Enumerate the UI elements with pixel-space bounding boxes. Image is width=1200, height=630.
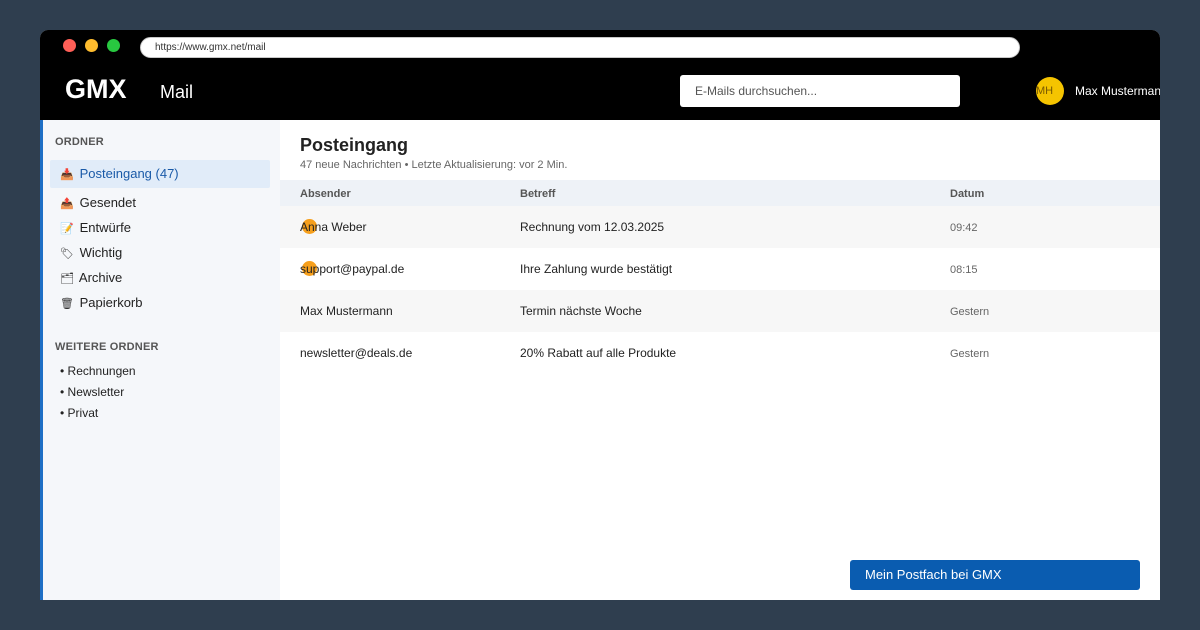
sidebar-item-drafts[interactable]: 📝 Entwürfe	[50, 214, 270, 242]
sidebar-item-label: Papierkorb	[79, 295, 143, 310]
row-sender: Anna Weber	[300, 220, 367, 234]
row-subject: Rechnung vom 12.03.2025	[520, 220, 665, 234]
sidebar-item-archive[interactable]: 🗂 Archive	[50, 264, 270, 292]
avatar[interactable]: MH	[1036, 77, 1064, 105]
gmx-logo[interactable]: GMX	[65, 72, 127, 106]
close-window-button[interactable]	[63, 39, 76, 52]
more-folders-section-title: WEITERE ORDNER	[55, 341, 159, 353]
sidebar: ORDNER 📥 Posteingang (47) 📤 Gesendet 📝 E…	[40, 120, 280, 600]
app-header: https://www.gmx.net/mail GMX Mail MH Max…	[40, 30, 1160, 120]
browser-window: https://www.gmx.net/mail GMX Mail MH Max…	[40, 30, 1160, 600]
row-sender: support@paypal.de	[300, 262, 405, 276]
sidebar-item-label: Archive	[78, 270, 123, 285]
page-title: Posteingang	[300, 135, 409, 155]
sidebar-item-label: Entwürfe	[79, 220, 131, 235]
sidebar-item-inbox[interactable]: 📥 Posteingang (47)	[50, 160, 270, 188]
inbox-icon: 📥	[60, 169, 74, 181]
app-name: Mail	[160, 82, 194, 102]
minimize-window-button[interactable]	[85, 39, 98, 52]
row-date: 08:15	[950, 264, 978, 276]
row-sender: newsletter@deals.de	[300, 346, 413, 360]
table-row[interactable]: support@paypal.de Ihre Zahlung wurde bes…	[280, 248, 1160, 290]
column-header-date[interactable]: Datum	[950, 188, 984, 200]
sidebar-item-privat[interactable]: • Privat	[60, 406, 98, 420]
trash-icon: 🗑	[60, 298, 74, 310]
sidebar-item-label: Gesendet	[79, 195, 136, 210]
row-date: Gestern	[950, 348, 990, 360]
column-header-subject[interactable]: Betreff	[520, 188, 555, 200]
table-header: Absender Betreff Datum	[280, 180, 1160, 206]
sidebar-item-important[interactable]: 🏷 Wichtig	[50, 239, 270, 267]
row-date: Gestern	[950, 306, 990, 318]
row-date: 09:42	[950, 222, 978, 234]
row-sender: Max Mustermann	[300, 304, 393, 318]
table-row[interactable]: newsletter@deals.de 20% Rabatt auf alle …	[280, 332, 1160, 374]
row-subject: Ihre Zahlung wurde bestätigt	[520, 262, 673, 276]
address-bar[interactable]: https://www.gmx.net/mail	[140, 37, 1020, 58]
sidebar-item-newsletter[interactable]: • Newsletter	[60, 385, 124, 399]
inbox-status-text: 47 neue Nachrichten • Letzte Aktualisier…	[300, 159, 568, 171]
sidebar-item-sent[interactable]: 📤 Gesendet	[50, 189, 270, 217]
mail-list-panel: Posteingang 47 neue Nachrichten • Letzte…	[280, 120, 1160, 600]
table-row[interactable]: Anna Weber Rechnung vom 12.03.2025 09:42	[280, 206, 1160, 248]
sidebar-item-rechnungen[interactable]: • Rechnungen	[60, 364, 136, 378]
column-header-sender[interactable]: Absender	[300, 188, 351, 200]
row-subject: 20% Rabatt auf alle Produkte	[520, 346, 677, 360]
maximize-window-button[interactable]	[107, 39, 120, 52]
search-input[interactable]	[680, 75, 960, 107]
sidebar-item-label: Posteingang (47)	[79, 166, 179, 181]
row-subject: Termin nächste Woche	[520, 304, 642, 318]
my-mailbox-button[interactable]: Mein Postfach bei GMX	[850, 560, 1140, 590]
table-row[interactable]: Max Mustermann Termin nächste Woche Gest…	[280, 290, 1160, 332]
user-name[interactable]: Max Mustermann	[1075, 84, 1160, 98]
sidebar-item-trash[interactable]: 🗑 Papierkorb	[50, 289, 270, 317]
folders-section-title: ORDNER	[55, 136, 104, 148]
sidebar-item-label: Wichtig	[79, 245, 123, 260]
